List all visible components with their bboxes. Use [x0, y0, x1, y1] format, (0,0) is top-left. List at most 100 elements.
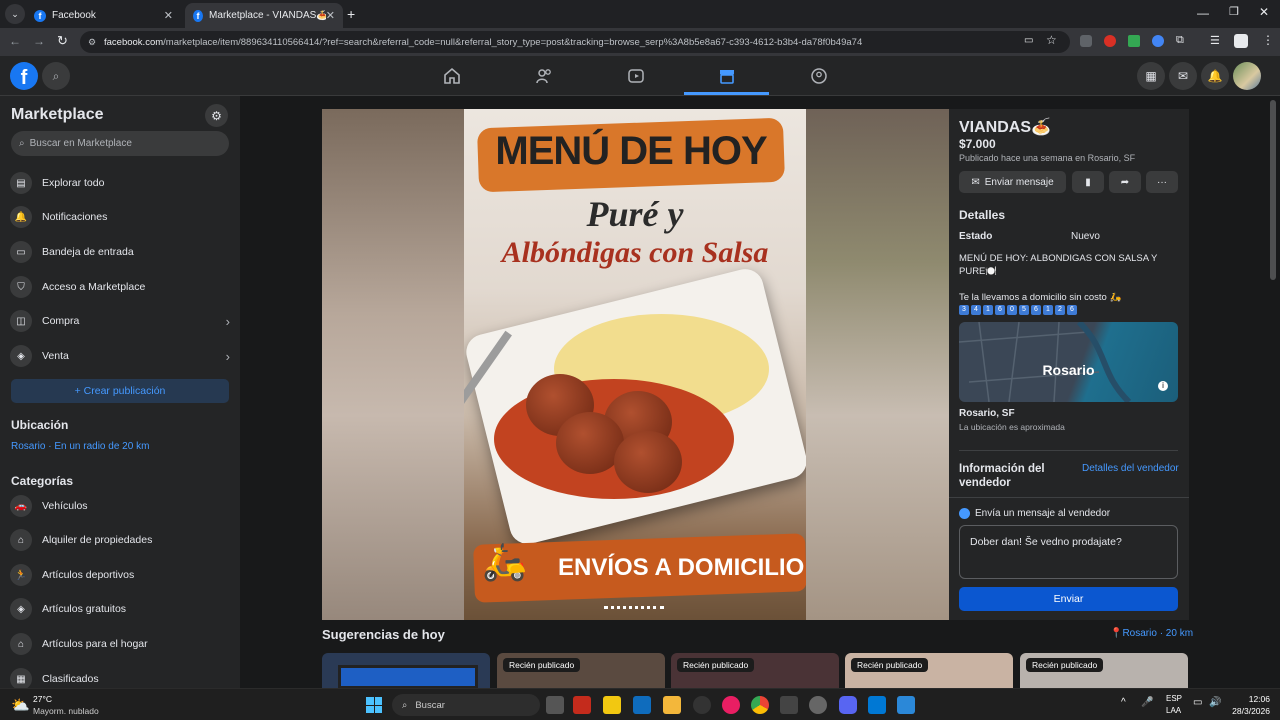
scrollbar[interactable] [1270, 100, 1276, 280]
home-icon[interactable] [440, 64, 464, 88]
browser-menu-icon[interactable]: ⋮ [1262, 33, 1274, 47]
category-label: Clasificados [42, 673, 99, 685]
category-deportivos[interactable]: 🏃 Artículos deportivos [10, 558, 230, 592]
reading-list-icon[interactable]: ☰ [1210, 34, 1220, 47]
app-icon[interactable] [868, 696, 886, 714]
facebook-logo[interactable]: f [10, 62, 38, 90]
seller-details-link[interactable]: Detalles del vendedor [1082, 463, 1179, 474]
facebook-top-nav: f ⌕ ▦ ✉ 🔔 [0, 56, 1280, 96]
task-view-icon[interactable] [546, 696, 564, 714]
app-icon[interactable] [897, 696, 915, 714]
suggestion-card[interactable]: Recién publicado [845, 653, 1013, 689]
sidebar-item-acceso[interactable]: ⛉ Acceso a Marketplace [10, 270, 230, 304]
more-options-button[interactable]: ··· [1146, 171, 1178, 193]
avatar[interactable] [1233, 62, 1261, 90]
meatball [614, 431, 682, 493]
app-icon[interactable] [693, 696, 711, 714]
category-vehiculos[interactable]: 🚗 Vehículos [10, 489, 230, 523]
category-alquiler[interactable]: ⌂ Alquiler de propiedades [10, 523, 230, 557]
messenger-icon[interactable]: ✉ [1169, 62, 1197, 90]
extension-icon[interactable] [1152, 35, 1164, 47]
menu-grid-icon[interactable]: ▦ [1137, 62, 1165, 90]
install-app-icon[interactable]: ▭ [1024, 35, 1033, 46]
send-message-button[interactable]: ✉ Enviar mensaje [959, 171, 1066, 193]
share-button[interactable]: ➦ [1109, 171, 1141, 193]
app-icon[interactable] [780, 696, 798, 714]
search-icon[interactable]: ⌕ [42, 62, 70, 90]
start-windows-icon[interactable] [366, 697, 382, 713]
app-icon[interactable] [573, 696, 591, 714]
category-hogar[interactable]: ⌂ Artículos para el hogar [10, 627, 230, 661]
discord-icon[interactable] [839, 696, 857, 714]
suggestion-card[interactable]: Recién publicado [671, 653, 839, 689]
divider [959, 450, 1178, 451]
file-explorer-icon[interactable] [663, 696, 681, 714]
suggestion-card[interactable]: Recién publicado [497, 653, 665, 689]
listing-photo[interactable]: MENÚ DE HOY Puré y Albóndigas con Salsa … [322, 109, 949, 620]
map-info-icon[interactable]: i [1158, 381, 1168, 391]
close-tab-icon[interactable]: ✕ [326, 9, 335, 22]
chevron-right-icon: › [225, 313, 230, 329]
sidebar-item-bandeja[interactable]: ▭ Bandeja de entrada [10, 235, 230, 269]
microphone-icon[interactable]: 🎤 [1141, 697, 1153, 708]
create-listing-button[interactable]: + Crear publicación [11, 379, 229, 403]
taskbar-search[interactable]: ⌕ Buscar [392, 694, 540, 716]
save-bookmark-button[interactable]: ▮ [1072, 171, 1104, 193]
url-domain: facebook.com [104, 36, 164, 48]
extension-icon[interactable] [1128, 35, 1140, 47]
minimize-icon[interactable]: — [1197, 6, 1209, 20]
settings-gear-icon[interactable]: ⚙ [205, 104, 228, 127]
extensions-puzzle-icon[interactable]: ⧉ [1176, 34, 1184, 47]
extension-icon[interactable] [1104, 35, 1116, 47]
volume-icon[interactable]: 🔊 [1209, 697, 1221, 708]
messenger-icon [959, 508, 970, 519]
close-window-icon[interactable]: ✕ [1259, 5, 1269, 19]
video-icon[interactable] [624, 64, 648, 88]
marketplace-search-input[interactable]: ⌕ Buscar en Marketplace [11, 131, 229, 156]
forward-icon[interactable]: → [33, 34, 45, 48]
back-icon[interactable]: ← [9, 34, 21, 48]
sidebar-item-venta[interactable]: ◈ Venta › [10, 339, 230, 373]
marketplace-icon[interactable] [715, 64, 739, 88]
tab-list-button[interactable]: ⌄ [5, 4, 25, 24]
suggestions-location[interactable]: 📍Rosario · 20 km [1110, 628, 1193, 639]
reload-icon[interactable]: ↻ [57, 33, 68, 49]
poster-delivery-text: ENVÍOS A DOMICILIO [558, 554, 805, 581]
app-icon[interactable] [633, 696, 651, 714]
app-icon[interactable] [722, 696, 740, 714]
sidebar-item-compra[interactable]: ◫ Compra › [10, 304, 230, 338]
restore-icon[interactable]: ❐ [1229, 5, 1239, 18]
bookmark-star-icon[interactable]: ☆ [1046, 33, 1057, 47]
address-bar[interactable]: ⚙ facebook.com/marketplace/item/88963411… [80, 31, 1070, 53]
profile-icon[interactable] [1234, 34, 1248, 48]
app-icon[interactable] [809, 696, 827, 714]
sidebar-item-notificaciones[interactable]: 🔔 Notificaciones [10, 200, 230, 234]
category-gratuitos[interactable]: ◈ Artículos gratuitos [10, 592, 230, 626]
extension-icon[interactable] [1080, 35, 1092, 47]
tab-facebook[interactable]: f Facebook ✕ [26, 3, 181, 28]
chrome-icon[interactable] [751, 696, 769, 714]
close-tab-icon[interactable]: ✕ [164, 9, 173, 22]
location-link[interactable]: Rosario · En un radio de 20 km [11, 441, 149, 452]
category-clasificados[interactable]: ▦ Clasificados [10, 662, 230, 688]
lang-1[interactable]: ESP [1166, 694, 1182, 703]
seller-info-heading: Información del vendedor [959, 463, 1045, 489]
suggestion-card[interactable] [322, 653, 490, 689]
send-button[interactable]: Enviar [959, 587, 1178, 611]
groups-icon[interactable] [807, 64, 831, 88]
sidebar-item-explorar[interactable]: ▤ Explorar todo [10, 166, 230, 200]
network-icon[interactable]: ▭ [1193, 697, 1202, 708]
message-textarea[interactable]: Dober dan! Še vedno prodajate? [959, 525, 1178, 579]
app-icon[interactable] [603, 696, 621, 714]
suggestion-card[interactable]: Recién publicado [1020, 653, 1188, 689]
tab-marketplace[interactable]: f Marketplace - VIANDAS🍝 | Fa ✕ [185, 3, 343, 28]
recently-posted-badge: Recién publicado [851, 658, 929, 672]
tray-chevron-icon[interactable]: ^ [1121, 697, 1126, 708]
site-info-icon[interactable]: ⚙ [88, 37, 96, 48]
clock-time[interactable]: 12:06 [1226, 694, 1270, 704]
new-tab-icon[interactable]: + [347, 6, 355, 22]
friends-icon[interactable] [532, 64, 556, 88]
weather-icon[interactable]: ⛅ [11, 696, 30, 714]
location-map[interactable]: Rosario i [959, 322, 1178, 402]
notifications-bell-icon[interactable]: 🔔 [1201, 62, 1229, 90]
